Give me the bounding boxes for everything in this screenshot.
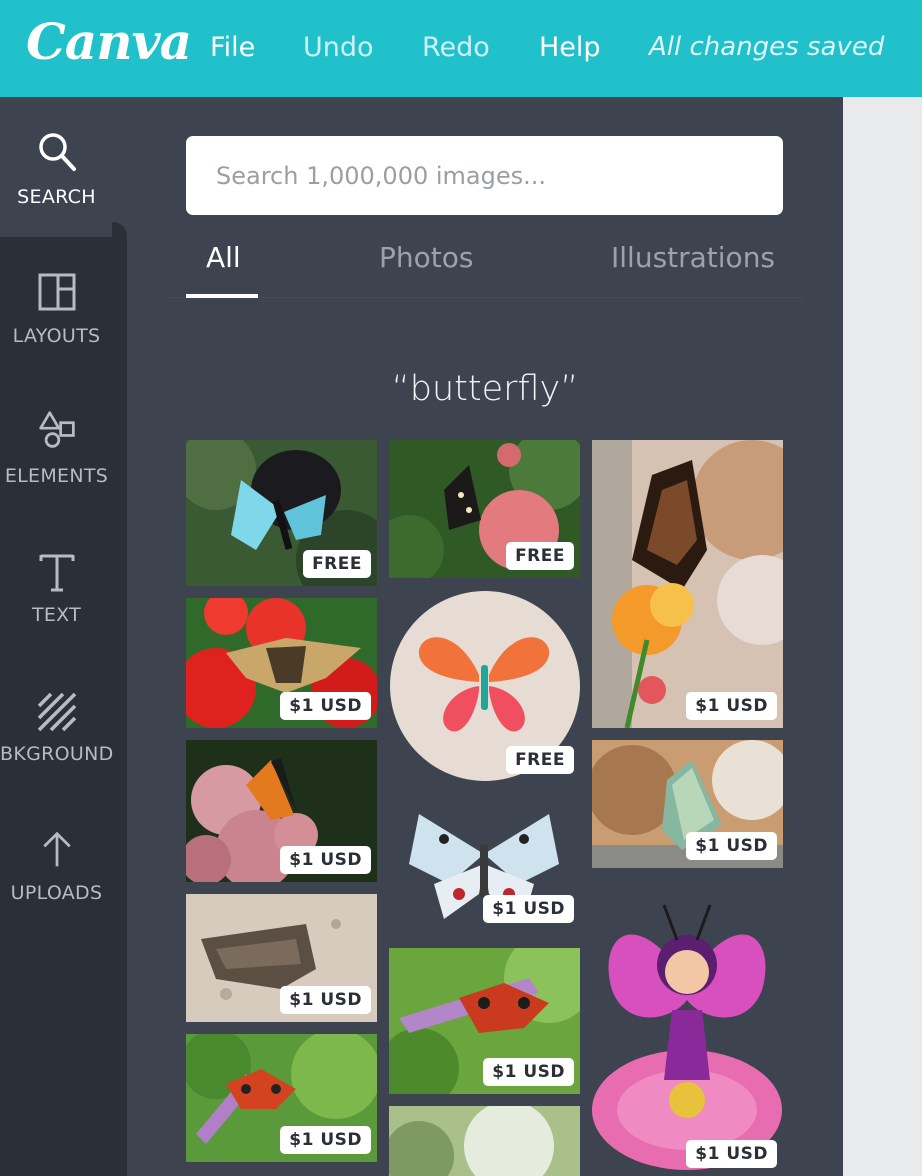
fairy-illustration <box>592 904 782 1170</box>
price-badge: $1 USD <box>280 986 371 1014</box>
image-result[interactable]: $1 USD <box>592 740 783 868</box>
price-badge: $1 USD <box>483 1058 574 1086</box>
rail-label-layouts: LAYOUTS <box>12 325 101 347</box>
search-panel: All Photos Illustrations “butterfly” FRE… <box>127 97 843 1176</box>
tabs-divider <box>167 297 803 298</box>
tab-all[interactable]: All <box>206 241 241 274</box>
upload-arrow-icon <box>43 831 71 867</box>
rail-label-uploads: UPLOADS <box>10 882 103 904</box>
rail-item-text[interactable]: TEXT <box>0 532 127 662</box>
image-result[interactable]: $1 USD <box>186 598 377 728</box>
price-badge: $1 USD <box>686 832 777 860</box>
price-badge: FREE <box>506 746 574 774</box>
price-badge: $1 USD <box>280 692 371 720</box>
rail-item-layouts[interactable]: LAYOUTS <box>0 252 127 382</box>
image-result[interactable] <box>389 1106 580 1176</box>
active-tab-indicator <box>186 294 258 298</box>
image-result[interactable]: $1 USD <box>592 880 783 1176</box>
price-badge: $1 USD <box>686 1140 777 1168</box>
tab-photos[interactable]: Photos <box>379 241 473 274</box>
tab-illustrations[interactable]: Illustrations <box>611 241 775 274</box>
layouts-icon <box>38 273 76 311</box>
image-result[interactable]: $1 USD <box>186 740 377 882</box>
rail-label-text: TEXT <box>31 604 82 626</box>
design-canvas-area <box>843 97 922 1176</box>
search-query-heading: “butterfly” <box>391 369 579 409</box>
butterfly-photo <box>592 440 783 728</box>
rail-item-uploads[interactable]: UPLOADS <box>0 812 127 942</box>
save-status: All changes saved <box>649 32 885 62</box>
image-result[interactable]: $1 USD <box>389 794 580 929</box>
rail-item-search[interactable]: SEARCH <box>0 112 127 242</box>
rail-label-elements: ELEMENTS <box>4 465 109 487</box>
price-badge: $1 USD <box>686 692 777 720</box>
image-result[interactable]: FREE <box>389 590 580 782</box>
top-bar: Canva File Undo Redo Help All changes sa… <box>0 0 922 97</box>
price-badge: $1 USD <box>483 895 574 923</box>
elements-icon <box>39 411 75 448</box>
text-icon <box>39 554 75 592</box>
rail-label-background: BKGROUND <box>0 743 114 765</box>
canva-logo[interactable]: Canva <box>26 12 192 71</box>
price-badge: $1 USD <box>280 1126 371 1154</box>
image-result[interactable]: FREE <box>186 440 377 586</box>
search-icon <box>39 133 76 171</box>
help-menu[interactable]: Help <box>539 32 601 63</box>
redo-button[interactable]: Redo <box>422 32 490 63</box>
blurred-photo <box>389 1106 580 1176</box>
price-badge: FREE <box>506 542 574 570</box>
background-icon <box>37 692 77 732</box>
image-search-input[interactable] <box>186 136 783 215</box>
rail-item-elements[interactable]: ELEMENTS <box>0 392 127 522</box>
image-result[interactable]: $1 USD <box>186 1034 377 1162</box>
rail-item-background[interactable]: BKGROUND <box>0 672 127 802</box>
image-result[interactable]: $1 USD <box>186 894 377 1022</box>
image-result[interactable]: $1 USD <box>389 948 580 1094</box>
price-badge: FREE <box>303 550 371 578</box>
image-result[interactable]: $1 USD <box>592 440 783 728</box>
undo-button[interactable]: Undo <box>303 32 374 63</box>
file-menu[interactable]: File <box>210 32 255 63</box>
rail-label-search: SEARCH <box>17 186 96 208</box>
price-badge: $1 USD <box>280 846 371 874</box>
image-result[interactable]: FREE <box>389 440 580 578</box>
